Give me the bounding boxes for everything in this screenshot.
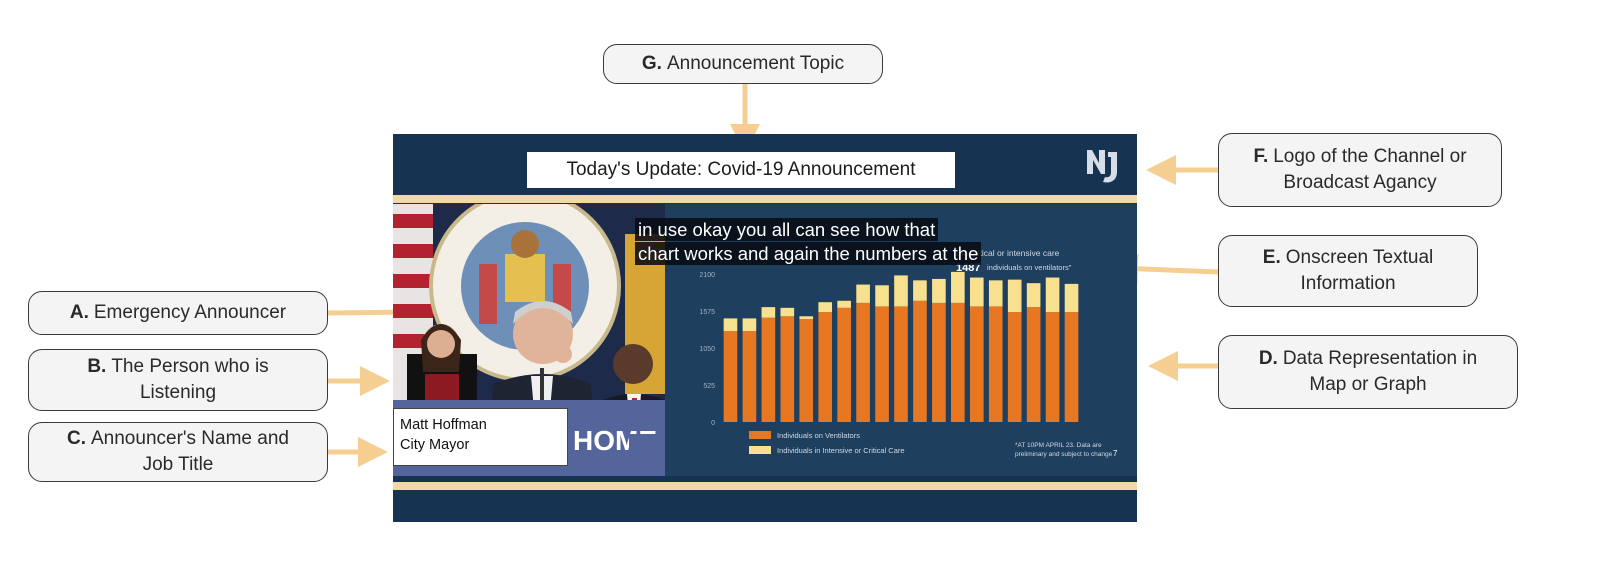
- bar-ventilators: [969, 306, 984, 422]
- bar-ventilators: [894, 306, 908, 422]
- bar-intensive-care: [894, 275, 908, 307]
- bar-ventilators: [837, 307, 851, 422]
- bar-intensive-care: [780, 307, 795, 317]
- bar-ventilators: [1064, 312, 1079, 422]
- bar-ventilators: [913, 300, 927, 422]
- y-tick-label: 1575: [699, 309, 715, 316]
- bar-ventilators: [761, 317, 776, 422]
- bottom-gold-bar: [393, 482, 1137, 490]
- bar-intensive-care: [1064, 283, 1079, 313]
- bar-intensive-care: [818, 302, 833, 313]
- broadcast-screenshot: Today's Update: Covid-19 Announcement HO…: [393, 134, 1137, 522]
- bar-intensive-care: [1026, 283, 1041, 308]
- bar-intensive-care: [988, 280, 1003, 307]
- bar-ventilators: [799, 319, 814, 422]
- legend-label: Individuals in Intensive or Critical Car…: [777, 446, 905, 455]
- announcer-title: City Mayor: [400, 437, 470, 453]
- callout-a: A. Emergency Announcer: [28, 291, 328, 335]
- page-number: 7: [1113, 449, 1118, 458]
- nj-logo-icon: [1087, 150, 1117, 183]
- bar-intensive-care: [856, 284, 870, 303]
- bar-intensive-care: [799, 316, 814, 320]
- bar-intensive-care: [969, 277, 984, 307]
- callout-d: D. Data Representation in Map or Graph: [1218, 335, 1518, 409]
- caption-line-1: in use okay you all can see how that: [635, 218, 939, 241]
- callout-c: C. Announcer's Name and Job Title: [28, 422, 328, 482]
- bar-ventilators: [1026, 307, 1041, 422]
- bar-intensive-care: [742, 318, 757, 332]
- callout-f: F. Logo of the Channel or Broadcast Agancy: [1218, 133, 1502, 207]
- topic-banner: Today's Update: Covid-19 Announcement: [527, 152, 955, 188]
- y-tick-label: 0: [711, 420, 715, 427]
- callout-b: B. The Person who is Listening: [28, 349, 328, 411]
- bar-intensive-care: [1045, 277, 1060, 313]
- bar-intensive-care: [837, 300, 851, 308]
- bar-intensive-care: [932, 278, 946, 303]
- bar-ventilators: [951, 302, 965, 422]
- footnote-line1: *AT 10PM APRIL 23. Data are: [1015, 442, 1102, 449]
- bar-intensive-care: [875, 285, 889, 307]
- bar-ventilators: [875, 306, 889, 422]
- announcer-name: Matt Hoffman: [400, 417, 487, 433]
- onscreen-caption: in use okay you all can see how that cha…: [635, 218, 985, 266]
- legend-swatch: [749, 446, 771, 454]
- chart-highlight-text: individuals on ventilators": [987, 263, 1072, 272]
- bar-ventilators: [856, 302, 870, 422]
- caption-line-2: chart works and again the numbers at the: [635, 242, 982, 265]
- bar-ventilators: [818, 312, 833, 422]
- bar-ventilators: [1045, 312, 1060, 422]
- y-tick-label: 2100: [699, 272, 715, 279]
- bar-ventilators: [932, 302, 946, 422]
- y-tick-label: 525: [703, 383, 715, 390]
- bar-intensive-care: [913, 280, 927, 301]
- bar-intensive-care: [761, 307, 776, 318]
- callout-g: G. Announcement Topic: [603, 44, 883, 84]
- bar-ventilators: [723, 331, 738, 422]
- top-gold-bar: [393, 195, 1137, 203]
- legend-label: Individuals on Ventilators: [777, 431, 860, 440]
- legend-swatch: [749, 431, 771, 439]
- name-title-box: Matt Hoffman City Mayor: [393, 408, 568, 466]
- y-tick-label: 1050: [699, 346, 715, 353]
- callout-e: E. Onscreen Textual Information: [1218, 235, 1478, 307]
- bar-intensive-care: [1007, 279, 1022, 313]
- bar-ventilators: [780, 316, 795, 422]
- bar-intensive-care: [951, 271, 965, 303]
- footnote-line2: preliminary and subject to change: [1015, 451, 1113, 458]
- bar-intensive-care: [723, 318, 738, 332]
- bar-ventilators: [988, 306, 1003, 422]
- bar-ventilators: [1007, 312, 1022, 422]
- bar-ventilators: [742, 331, 757, 422]
